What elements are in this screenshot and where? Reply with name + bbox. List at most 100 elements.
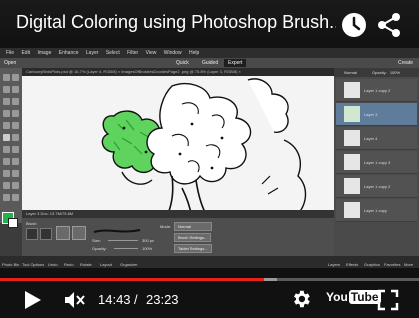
tablet-pressure-icon <box>72 226 86 240</box>
menu-item: Window <box>163 50 182 56</box>
menu-item: Filter <box>127 50 139 56</box>
volume-muted-icon[interactable] <box>64 290 86 310</box>
size-slider <box>108 240 138 241</box>
layer-row-selected: Layer 3 <box>336 103 417 126</box>
size-label: Size: <box>92 238 101 243</box>
layer-thumbnail <box>344 178 360 194</box>
layers-opacity-label: Opacity: <box>372 70 387 75</box>
video-frame[interactable]: File Edit Image Enhance Layer Select Fil… <box>0 48 419 268</box>
brush-tool-icon <box>3 134 10 141</box>
layer-thumbnail <box>344 82 360 98</box>
zoom-tool-icon <box>3 74 10 81</box>
fullscreen-icon[interactable] <box>377 289 399 311</box>
time-current: 14:43 <box>98 292 131 307</box>
layers-panel: Normal Opacity: 100% Layer 1 copy 2 Laye… <box>334 68 419 256</box>
taskbar-item: Graphics <box>364 262 381 267</box>
taskbar-item: Undo <box>48 262 58 267</box>
logo-you-text: You <box>326 290 348 304</box>
editor-mode-quick: Quick <box>176 60 189 66</box>
layer-thumbnail <box>344 154 360 170</box>
progress-bar[interactable] <box>0 278 419 281</box>
opacity-slider <box>114 248 138 249</box>
mode-select: Normal <box>174 222 212 231</box>
editor-menubar: File Edit Image Enhance Layer Select Fil… <box>0 48 419 58</box>
editor-taskbar: Photo Bin Tool Options Undo Redo Rotate … <box>0 256 419 268</box>
editor-open-label: Open <box>4 60 17 66</box>
layer-row: Layer 1 copy 3 <box>336 151 417 174</box>
tablet-settings-button: Tablet Settings... <box>174 244 212 253</box>
time-separator: / <box>134 292 138 307</box>
taskbar-item: Layers <box>328 262 341 267</box>
eraser-tool-icon <box>12 134 19 141</box>
status-text: Layer 3 Doc: 13.7M/75.6M <box>26 211 74 216</box>
smart-brush-tool-icon <box>3 122 10 129</box>
marquee-tool-icon <box>12 86 19 93</box>
play-icon[interactable] <box>24 290 42 310</box>
layer-thumbnail <box>344 202 360 218</box>
taskbar-item: More <box>404 262 414 267</box>
airbrush-icon <box>56 226 70 240</box>
layers-blend-mode: Normal <box>344 70 357 75</box>
time-total: 23:23 <box>146 292 179 307</box>
menu-item: Layer <box>85 50 99 56</box>
menu-item: Select <box>105 50 120 56</box>
youtube-logo[interactable]: You Tube <box>326 290 381 308</box>
layer-name: Layer 1 copy <box>364 208 387 213</box>
layer-row: Layer 4 <box>336 127 417 150</box>
editor-toolbox <box>0 68 22 228</box>
menu-item: View <box>145 50 157 56</box>
impressionist-brush-icon <box>40 228 52 240</box>
move-tool-icon <box>3 86 10 93</box>
layer-name: Layer 1 copy 3 <box>364 160 391 165</box>
taskbar-item: Effects <box>346 262 359 267</box>
menu-item: Help <box>188 50 200 56</box>
pencil-tool-icon <box>12 170 19 177</box>
layer-thumbnail <box>344 106 360 122</box>
editor-mode-expert: Expert <box>224 59 247 67</box>
clone-stamp-tool-icon <box>12 122 19 129</box>
menu-item: Enhance <box>58 50 79 56</box>
mode-label: Mode: <box>160 224 172 229</box>
taskbar-item: Rotate <box>80 262 92 267</box>
gradient-tool-icon <box>12 146 19 153</box>
size-value: 300 px <box>142 238 155 243</box>
brush-preset-icon <box>26 228 38 240</box>
layer-row: Layer 1 copy 2 <box>336 79 417 102</box>
taskbar-item: Layout <box>100 262 113 267</box>
recompose-tool-icon <box>12 182 19 189</box>
custom-shape-tool-icon <box>12 158 19 165</box>
video-title[interactable]: Digital Coloring using Photoshop Brush..… <box>16 12 336 33</box>
taskbar-item: Tool Options <box>22 262 45 267</box>
layer-thumbnail <box>344 130 360 146</box>
player-controls: 14:43 / 23:23 You Tube <box>0 268 419 318</box>
brush-settings-button: Brush Settings... <box>174 233 212 242</box>
taskbar-item: Favorites <box>384 262 401 267</box>
opacity-value: 100% <box>142 246 153 251</box>
layer-name: Layer 1 copy 2 <box>364 88 391 93</box>
video-player[interactable]: Digital Coloring using Photoshop Brush..… <box>0 0 419 318</box>
watch-later-icon[interactable] <box>341 12 367 38</box>
layer-name: Layer 1 copy 2 <box>364 184 391 189</box>
straighten-tool-icon <box>12 194 19 201</box>
document-tab-label: CartoonyBirdsPlots.psd @ 16.7% (Layer 4,… <box>26 69 241 74</box>
paint-bucket-tool-icon <box>3 146 10 153</box>
layer-name: Layer 4 <box>364 136 378 141</box>
taskbar-item: Photo Bin <box>2 262 20 267</box>
menu-item: Edit <box>21 50 31 56</box>
editor-status-bar: Layer 3 Doc: 13.7M/75.6M <box>22 210 334 218</box>
layer-name: Layer 3 <box>364 112 378 117</box>
share-icon[interactable] <box>377 12 401 38</box>
spot-healing-tool-icon <box>12 110 19 117</box>
quick-select-tool-icon <box>12 98 19 105</box>
editor-create-label: Create <box>397 60 413 66</box>
gear-icon[interactable] <box>290 288 312 310</box>
type-tool-icon <box>3 170 10 177</box>
background-color-swatch <box>8 218 18 228</box>
progress-played <box>0 278 264 281</box>
editor-modebar: Open Quick Guided Expert Create <box>0 58 419 68</box>
eye-tool-icon <box>3 110 10 117</box>
tool-options-panel: Brush Size: 300 px Opacity: 100% Mode: N… <box>22 218 334 256</box>
title-bar: Digital Coloring using Photoshop Brush..… <box>0 0 419 48</box>
red-eye-tool-icon <box>3 194 10 201</box>
layer-row: Layer 1 copy <box>336 199 417 222</box>
